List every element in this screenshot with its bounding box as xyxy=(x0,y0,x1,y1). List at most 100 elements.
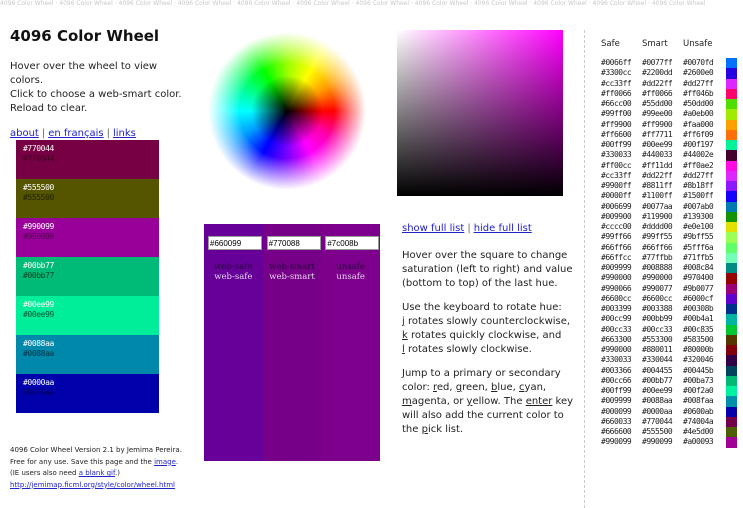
compare-web-safe: web-safeweb-safe xyxy=(204,224,263,461)
table-row: #00cc33 #00cc33 #00c835 xyxy=(601,324,737,335)
color-swatch[interactable] xyxy=(726,58,737,69)
unsafe-hex: #4e5d00 xyxy=(683,427,714,436)
show-full-list-link[interactable]: show full list xyxy=(402,223,464,234)
smart-hex: #0077ff xyxy=(642,58,673,67)
pick-swatch[interactable]: #990099 #990099 xyxy=(16,218,159,257)
color-swatch[interactable] xyxy=(726,406,737,417)
color-swatch[interactable] xyxy=(726,211,737,222)
color-swatch[interactable] xyxy=(726,437,737,448)
safe-hex: #cccc00 xyxy=(601,222,632,231)
table-row: #99ff00 #99ee00 #a0eb00 xyxy=(601,109,737,120)
color-swatch[interactable] xyxy=(726,427,737,438)
list-separator: | xyxy=(467,223,471,234)
intro-line-reload: Reload to clear. xyxy=(10,103,88,114)
unsafe-hex: #00445b xyxy=(683,365,714,375)
color-swatch[interactable] xyxy=(726,293,737,304)
pick-swatch[interactable]: #00ee99 #00ee99 xyxy=(16,296,159,335)
blank-gif-link[interactable]: a blank gif xyxy=(79,469,115,477)
safe-hex: #6600cc xyxy=(601,293,632,303)
smart-hex: #003388 xyxy=(642,304,673,313)
help-text: yan xyxy=(524,382,543,393)
safe-hex: #0000ff xyxy=(601,191,632,201)
color-table-header: Safe Smart Unsafe xyxy=(601,39,737,51)
image-link[interactable]: image xyxy=(154,458,176,466)
unsafe-hex: #00f2a0 xyxy=(683,386,714,395)
hide-full-list-link[interactable]: hide full list xyxy=(474,223,532,234)
color-swatch[interactable] xyxy=(726,355,737,366)
credits-footer: 4096 Color Wheel Version 2.1 by Jemima P… xyxy=(10,445,200,491)
safe-hex: #666600 xyxy=(601,427,632,436)
unsafe-hex: #2600e0 xyxy=(683,68,714,78)
smart-hex: #66ff66 xyxy=(642,242,673,252)
color-swatch[interactable] xyxy=(726,386,737,397)
color-swatch[interactable] xyxy=(726,201,737,212)
safe-hex: #99ff66 xyxy=(601,232,632,242)
color-swatch[interactable] xyxy=(726,273,737,284)
color-swatch[interactable] xyxy=(726,140,737,151)
pick-swatch[interactable]: #0088aa #0088aa xyxy=(16,335,159,374)
table-row: #66ffcc #77ffbb #71ffb5 xyxy=(601,252,737,263)
web-smart-hex-input[interactable] xyxy=(266,236,321,250)
color-swatch[interactable] xyxy=(726,160,737,171)
pick-swatch[interactable]: #770044 #770044 xyxy=(16,140,159,179)
pick-swatch[interactable]: #555500 #555500 xyxy=(16,179,159,218)
unsafe-hex: #74004a xyxy=(683,416,714,426)
color-swatch[interactable] xyxy=(726,304,737,315)
pick-hex-dark: #0000aa xyxy=(23,388,54,397)
help-text: . The xyxy=(497,396,526,407)
color-swatch[interactable] xyxy=(726,88,737,99)
table-row: #6600cc #6600cc #6000cf xyxy=(601,293,737,304)
pick-swatch[interactable]: #00bb77 #00bb77 xyxy=(16,257,159,296)
french-link[interactable]: en français xyxy=(48,128,103,139)
homepage-url-link[interactable]: http://jemimap.ficml.org/style/color/whe… xyxy=(10,481,175,489)
color-wheel[interactable] xyxy=(208,32,366,190)
safe-hex: #006699 xyxy=(601,201,632,211)
color-swatch[interactable] xyxy=(726,119,737,130)
color-swatch[interactable] xyxy=(726,232,737,243)
color-swatch[interactable] xyxy=(726,170,737,181)
color-swatch[interactable] xyxy=(726,314,737,325)
color-swatch[interactable] xyxy=(726,68,737,79)
saturation-value-square[interactable] xyxy=(397,30,563,196)
color-swatch[interactable] xyxy=(726,181,737,192)
color-swatch[interactable] xyxy=(726,263,737,274)
unsafe-hex: #9bff55 xyxy=(683,232,714,242)
color-swatch[interactable] xyxy=(726,334,737,345)
color-swatch[interactable] xyxy=(726,252,737,263)
unsafe-hex-input[interactable] xyxy=(325,236,380,250)
pick-hex-dark: #00ee99 xyxy=(23,310,54,319)
color-swatch[interactable] xyxy=(726,283,737,294)
links-link[interactable]: links xyxy=(113,128,136,139)
color-swatch[interactable] xyxy=(726,324,737,335)
color-swatch[interactable] xyxy=(726,416,737,427)
pick-hex-dark: #00bb77 xyxy=(23,271,54,280)
color-swatch[interactable] xyxy=(726,375,737,386)
pick-swatch[interactable]: #0000aa #0000aa xyxy=(16,374,159,413)
color-swatch[interactable] xyxy=(726,99,737,110)
credits-line-gif: (IE users also need a blank gif.) xyxy=(10,468,200,480)
color-swatch[interactable] xyxy=(726,191,737,202)
color-swatch[interactable] xyxy=(726,109,737,120)
pick-hex: #00ee99 xyxy=(23,300,54,309)
safe-hex: #ff0066 xyxy=(601,88,632,98)
color-swatch[interactable] xyxy=(726,365,737,376)
credits-version: 4096 Color Wheel Version 2.1 by Jemima P… xyxy=(10,446,182,454)
help-text: ed xyxy=(436,382,450,393)
color-swatch[interactable] xyxy=(726,78,737,89)
safe-hex: #000099 xyxy=(601,406,632,416)
table-row: #ff0066 #ff0066 #ff046b xyxy=(601,88,737,99)
color-swatch[interactable] xyxy=(726,242,737,253)
table-row: #330033 #440033 #44002e xyxy=(601,150,737,161)
color-swatch[interactable] xyxy=(726,129,737,140)
unsafe-hex: #ff0ae2 xyxy=(683,160,714,170)
table-row: #ff6600 #ff7711 #ff6f09 xyxy=(601,129,737,140)
color-swatch[interactable] xyxy=(726,150,737,161)
about-link[interactable]: about xyxy=(10,128,39,139)
unsafe-hex: #ff046b xyxy=(683,88,714,98)
color-swatch[interactable] xyxy=(726,222,737,233)
web-safe-hex-input[interactable] xyxy=(208,236,262,250)
color-swatch[interactable] xyxy=(726,345,737,356)
smart-hex: #00ee99 xyxy=(642,386,673,395)
color-swatch[interactable] xyxy=(726,396,737,407)
safe-hex: #9900ff xyxy=(601,181,632,190)
